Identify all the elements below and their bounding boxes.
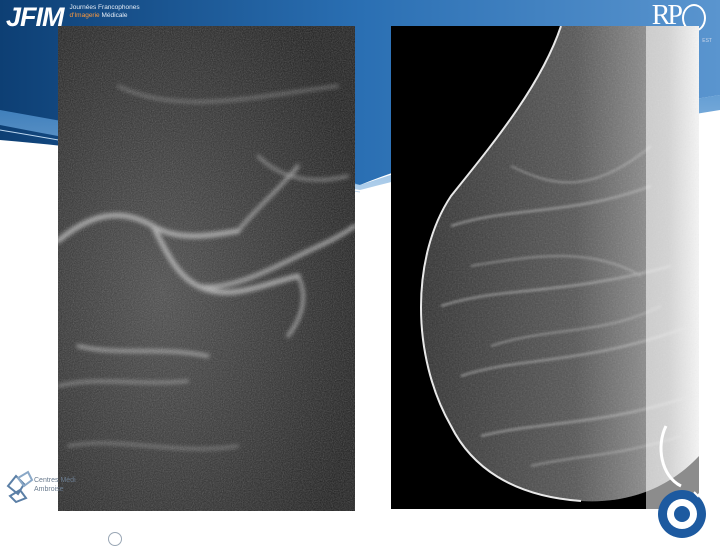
mammogram-detail-image [58,26,355,511]
jfim-line2-prefix: d'Imagerie [69,12,100,19]
jfim-subtitle: Journées Francophones d'Imagerie Médical… [70,4,140,20]
centres-line1: Centres Médi [34,477,76,484]
jfim-line2-suffix: Médicale [99,12,128,19]
bottom-right-logo [658,489,706,538]
jfim-line1: Journées Francophones [69,4,140,11]
decorative-circle-icon [108,532,122,546]
jfim-line2: d'Imagerie Médicale [70,12,140,20]
mammogram-lateral-image [391,26,699,509]
centres-line2: Ambroise [34,486,64,493]
jfim-logo: JFIM [6,2,65,32]
centres-text: Centres Médi Ambroise [34,476,76,494]
rpo-subtext: EST [702,38,712,44]
